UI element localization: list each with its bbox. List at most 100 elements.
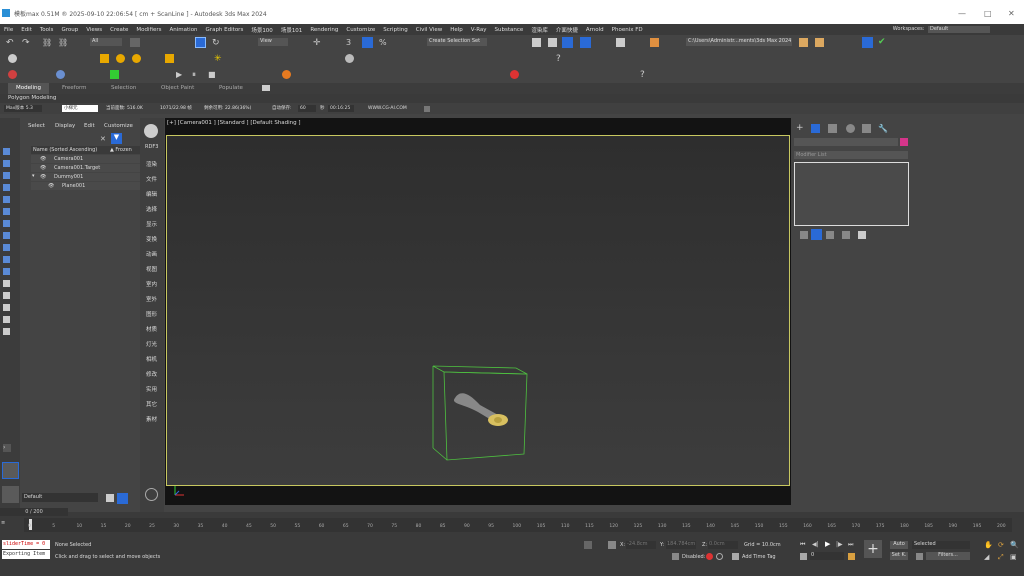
play-animation-icon[interactable]: ▶ bbox=[825, 540, 830, 548]
teapot-icon[interactable] bbox=[8, 54, 17, 63]
snap-icon[interactable]: 3 bbox=[346, 38, 351, 47]
move-icon[interactable] bbox=[195, 37, 206, 48]
scene-tab-display[interactable]: Display bbox=[55, 123, 75, 129]
menu-customize[interactable]: Customize bbox=[346, 27, 375, 33]
menu-civil-view[interactable]: Civil View bbox=[416, 27, 442, 33]
cmd-lights[interactable]: 灯光 bbox=[146, 340, 157, 348]
expand-arrow-icon[interactable]: › bbox=[3, 444, 11, 452]
menu-tools[interactable]: Tools bbox=[40, 27, 54, 33]
absolute-mode-icon[interactable] bbox=[608, 541, 616, 549]
add-icon[interactable] bbox=[424, 106, 430, 112]
pin-stack-icon[interactable] bbox=[800, 231, 808, 239]
key-mode-icon[interactable] bbox=[800, 553, 807, 560]
maxscript-output[interactable]: Exporting Item bbox=[2, 550, 50, 559]
filter-bones-icon[interactable] bbox=[3, 244, 10, 251]
cmd-render[interactable]: 渲染 bbox=[146, 160, 157, 168]
record-icon[interactable] bbox=[8, 70, 17, 79]
maximize-icon[interactable]: □ bbox=[984, 9, 992, 18]
filter-icon[interactable] bbox=[3, 328, 10, 335]
viewport-label[interactable]: [+] [Camera001 ] [Standard ] [Default Sh… bbox=[167, 120, 301, 126]
fire-icon[interactable] bbox=[282, 70, 291, 79]
filter-shapes-icon[interactable] bbox=[3, 160, 10, 167]
green-tool-icon[interactable] bbox=[110, 70, 119, 79]
layer-explorer-icon[interactable] bbox=[532, 38, 541, 47]
time-config-icon[interactable] bbox=[716, 553, 723, 560]
polygon-modeling-bar[interactable]: Polygon Modeling bbox=[0, 94, 1024, 103]
folder-open-icon[interactable] bbox=[815, 38, 824, 47]
key-filter-dropdown[interactable]: Selected bbox=[912, 541, 970, 549]
autosave-interval-input[interactable]: 60 bbox=[298, 105, 316, 112]
time-tag-icon[interactable] bbox=[732, 553, 739, 560]
orbit-icon[interactable]: ⟳ bbox=[998, 541, 1004, 549]
col-frozen[interactable]: ▲ Frozen bbox=[110, 147, 132, 153]
goto-start-icon[interactable]: ⏮ bbox=[800, 541, 805, 549]
cmd-modify[interactable]: 修改 bbox=[146, 370, 157, 378]
filters-button[interactable]: Filters... bbox=[926, 552, 970, 560]
object-color-swatch[interactable] bbox=[900, 138, 908, 146]
walk-through-icon[interactable]: ⤢ bbox=[998, 553, 1004, 562]
project-path-dropdown[interactable]: C:\Users\Administr...ments\3ds Max 2024 bbox=[686, 38, 792, 46]
eye-icon[interactable]: 👁 bbox=[40, 156, 46, 162]
auto-key-button[interactable]: Auto bbox=[890, 541, 908, 549]
set-key-icon[interactable]: + bbox=[864, 540, 882, 558]
filter-groups-icon[interactable] bbox=[3, 220, 10, 227]
panel-toggle-2-icon[interactable] bbox=[2, 486, 19, 503]
tab-object-paint[interactable]: Object Paint bbox=[161, 85, 194, 91]
z-coordinate-field[interactable]: 0.0cm bbox=[708, 541, 738, 549]
eye-icon[interactable]: 👁 bbox=[40, 165, 46, 171]
menu-phoenix[interactable]: Phoenix FD bbox=[612, 27, 643, 33]
scene-tab-customize[interactable]: Customize bbox=[104, 123, 133, 129]
maximize-viewport-icon[interactable]: ▣ bbox=[1010, 553, 1017, 561]
add-time-tag-button[interactable]: Add Time Tag bbox=[742, 554, 776, 560]
prev-frame-icon[interactable]: ◀| bbox=[812, 541, 819, 548]
hammer-icon[interactable] bbox=[100, 54, 109, 63]
table-row[interactable]: ▾ 👁 Dummy001 bbox=[31, 173, 140, 181]
menu-arnold[interactable]: Arnold bbox=[586, 27, 604, 33]
filter-containers-icon[interactable] bbox=[3, 256, 10, 263]
display-icon[interactable] bbox=[862, 124, 871, 133]
globe-icon[interactable] bbox=[56, 70, 65, 79]
red-ball-icon[interactable] bbox=[510, 70, 519, 79]
zoom-icon[interactable]: 🔍 bbox=[1010, 541, 1019, 549]
utilities-icon[interactable]: 🔧 bbox=[878, 124, 888, 133]
menu-scene101[interactable]: 场景101 bbox=[281, 26, 303, 34]
menu-render-lib[interactable]: 渲染库 bbox=[531, 26, 548, 34]
cmd-utilities[interactable]: 实用 bbox=[146, 385, 157, 393]
col-name[interactable]: Name (Sorted Ascending) bbox=[33, 147, 97, 153]
tab-freeform[interactable]: Freeform bbox=[62, 85, 87, 91]
next-frame-icon[interactable]: |▶ bbox=[836, 541, 843, 548]
current-frame-field[interactable]: 0 bbox=[810, 552, 844, 560]
adaptive-degradation-icon[interactable] bbox=[672, 553, 679, 560]
redo-icon[interactable]: ↷ bbox=[22, 38, 30, 48]
modifier-stack[interactable] bbox=[794, 162, 909, 226]
make-unique-icon[interactable] bbox=[826, 231, 834, 239]
select-icon[interactable] bbox=[130, 38, 140, 47]
check-icon[interactable]: ✔ bbox=[878, 37, 886, 47]
panel-toggle-icon[interactable] bbox=[2, 462, 19, 479]
cmd-view[interactable]: 视图 bbox=[146, 265, 157, 273]
tab-populate[interactable]: Populate bbox=[219, 85, 243, 91]
expand-tree-icon[interactable]: ▾ bbox=[32, 173, 35, 179]
configure-sets-icon[interactable] bbox=[858, 231, 866, 239]
settings-icon[interactable] bbox=[145, 488, 158, 501]
help-icon-2[interactable]: ? bbox=[640, 70, 645, 80]
goto-end-icon[interactable]: ⏭ bbox=[848, 541, 853, 549]
field-of-view-icon[interactable]: ◢ bbox=[984, 553, 989, 561]
maxscript-listener[interactable]: sliderTime = 0 bbox=[2, 540, 50, 549]
unlink-icon[interactable]: ⛓ bbox=[58, 38, 68, 47]
menu-group[interactable]: Group bbox=[61, 27, 78, 33]
layer-stack-icon[interactable] bbox=[106, 494, 114, 502]
sphere-icon[interactable] bbox=[132, 54, 141, 63]
menu-animation[interactable]: Animation bbox=[170, 27, 198, 33]
cmd-transform[interactable]: 变换 bbox=[146, 235, 157, 243]
view-dropdown[interactable]: View bbox=[258, 38, 288, 46]
cmd-exterior[interactable]: 室外 bbox=[146, 295, 157, 303]
menu-create[interactable]: Create bbox=[110, 27, 128, 33]
cmd-interior[interactable]: 室内 bbox=[146, 280, 157, 288]
folder-icon[interactable] bbox=[799, 38, 808, 47]
material-editor-icon[interactable] bbox=[616, 38, 625, 47]
disabled-indicator-icon[interactable] bbox=[706, 553, 713, 560]
angle-snap-icon[interactable] bbox=[362, 37, 373, 48]
invert-display-icon[interactable] bbox=[3, 304, 10, 311]
filter-warps-icon[interactable] bbox=[3, 208, 10, 215]
